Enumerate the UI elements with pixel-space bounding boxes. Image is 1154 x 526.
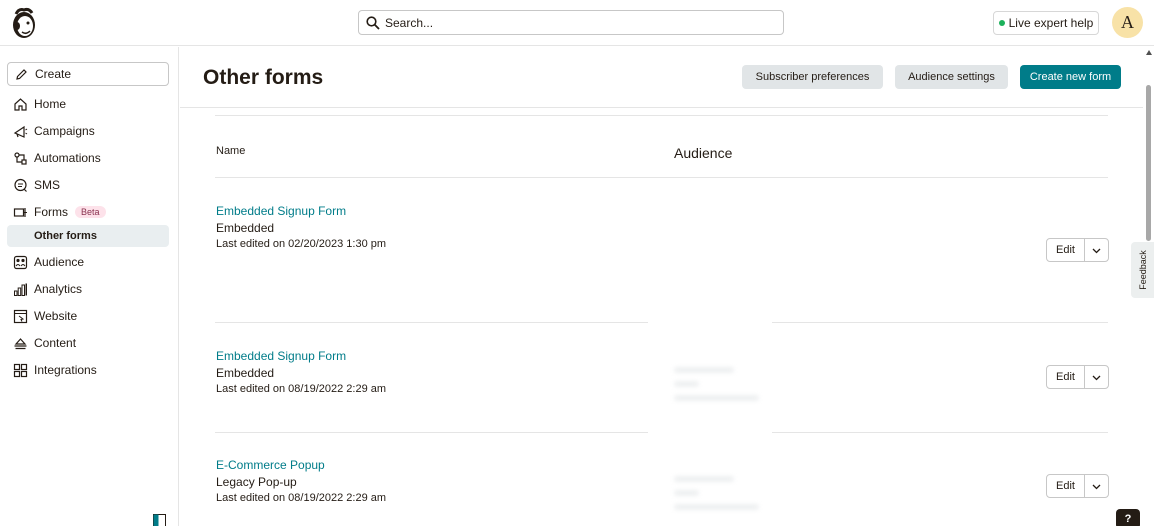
create-label: Create xyxy=(35,67,72,81)
live-expert-help-button[interactable]: Live expert help xyxy=(993,11,1099,35)
audience-redacted xyxy=(674,476,764,520)
sidebar-item-sms[interactable]: SMS xyxy=(7,174,169,196)
audience-icon xyxy=(13,255,28,269)
online-status-dot xyxy=(998,20,1005,26)
edit-dropdown-button[interactable] xyxy=(1085,239,1108,261)
form-name-link[interactable]: Embedded Signup Form xyxy=(216,204,386,218)
forms-icon xyxy=(13,207,27,217)
form-type: Embedded xyxy=(216,366,275,380)
edit-button[interactable]: Edit xyxy=(1047,239,1085,261)
sidebar-subitem-label: Other forms xyxy=(34,230,97,242)
row-divider xyxy=(772,322,1108,323)
automations-icon xyxy=(14,151,27,165)
scrollbar-thumb[interactable] xyxy=(1146,85,1151,241)
mailchimp-freddie-icon[interactable] xyxy=(10,6,38,40)
form-name-link[interactable]: E-Commerce Popup xyxy=(216,458,386,472)
sidebar-item-label: Website xyxy=(34,309,78,323)
analytics-icon xyxy=(14,283,27,296)
collapse-sidebar-icon[interactable] xyxy=(153,514,166,526)
audience-settings-button[interactable]: Audience settings xyxy=(895,65,1008,89)
search-icon xyxy=(366,15,380,30)
sidebar-item-forms[interactable]: Forms Beta xyxy=(7,201,169,223)
content-icon xyxy=(14,337,27,349)
form-last-edited: Last edited on 08/19/2022 2:29 am xyxy=(216,383,387,395)
subscriber-preferences-button[interactable]: Subscriber preferences xyxy=(742,65,883,89)
row-divider xyxy=(215,432,648,433)
sidebar-item-label: Content xyxy=(34,336,77,350)
integrations-icon xyxy=(13,363,28,377)
sidebar-item-label: Home xyxy=(34,97,67,111)
sidebar-item-home[interactable]: Home xyxy=(7,93,169,115)
sidebar-item-label: Forms xyxy=(34,205,68,219)
edit-dropdown-button[interactable] xyxy=(1085,475,1108,497)
beta-badge: Beta xyxy=(75,206,106,218)
edit-button[interactable]: Edit xyxy=(1047,366,1085,388)
chevron-down-icon xyxy=(1092,375,1101,380)
avatar[interactable]: A xyxy=(1112,7,1143,38)
form-type: Embedded xyxy=(216,221,275,235)
form-type: Legacy Pop-up xyxy=(216,475,297,489)
header-row-divider xyxy=(215,177,1108,178)
sidebar-item-label: Audience xyxy=(34,255,85,269)
search-input[interactable] xyxy=(385,15,765,30)
form-last-edited: Last edited on 02/20/2023 1:30 pm xyxy=(216,238,387,250)
website-icon xyxy=(13,309,28,323)
home-icon xyxy=(14,97,27,111)
megaphone-icon xyxy=(13,125,28,138)
sidebar-item-campaigns[interactable]: Campaigns xyxy=(7,120,169,142)
edit-button[interactable]: Edit xyxy=(1047,475,1085,497)
audience-redacted xyxy=(674,367,764,411)
row-divider xyxy=(215,322,648,323)
sidebar-subitem-other-forms[interactable]: Other forms xyxy=(7,225,169,247)
avatar-initial: A xyxy=(1121,12,1134,32)
edit-button-group: Edit xyxy=(1046,365,1109,389)
sidebar-item-website[interactable]: Website xyxy=(7,305,169,327)
column-header-audience: Audience xyxy=(674,145,733,161)
edit-button-group: Edit xyxy=(1046,474,1109,498)
row-divider xyxy=(772,432,1108,433)
sidebar: Create Home Campaigns Automations SMS Fo… xyxy=(0,47,179,526)
top-bar: Live expert help A xyxy=(0,0,1154,46)
feedback-label: Feedback xyxy=(1137,250,1148,290)
sidebar-item-label: Automations xyxy=(34,151,101,165)
sidebar-item-label: Integrations xyxy=(34,363,97,377)
form-name-link[interactable]: Embedded Signup Form xyxy=(216,349,386,363)
sms-icon xyxy=(14,178,27,192)
scroll-up-arrow-icon[interactable] xyxy=(1146,50,1152,55)
sidebar-item-label: SMS xyxy=(34,178,61,192)
header-divider xyxy=(180,107,1143,108)
main-content: Other forms Subscriber preferences Audie… xyxy=(180,47,1143,526)
live-help-label: Live expert help xyxy=(1008,16,1094,30)
search-field[interactable] xyxy=(358,10,784,35)
pencil-icon xyxy=(16,68,27,80)
sidebar-item-automations[interactable]: Automations xyxy=(7,147,169,169)
form-last-edited: Last edited on 08/19/2022 2:29 am xyxy=(216,492,387,504)
edit-button-group: Edit xyxy=(1046,238,1109,262)
sidebar-item-audience[interactable]: Audience xyxy=(7,251,169,273)
chevron-down-icon xyxy=(1092,248,1101,253)
sidebar-item-analytics[interactable]: Analytics xyxy=(7,278,169,300)
edit-dropdown-button[interactable] xyxy=(1085,366,1108,388)
feedback-tab[interactable]: Feedback xyxy=(1131,242,1154,298)
sidebar-item-label: Campaigns xyxy=(34,124,95,138)
create-button[interactable]: Create xyxy=(7,62,169,86)
chevron-down-icon xyxy=(1092,484,1101,489)
table-row: Embedded Signup Form Embedded Last edite… xyxy=(216,349,386,395)
table-row: E-Commerce Popup Legacy Pop-up Last edit… xyxy=(216,458,386,504)
sidebar-item-label: Analytics xyxy=(34,282,83,296)
help-button[interactable]: ? xyxy=(1116,509,1140,526)
create-new-form-button[interactable]: Create new form xyxy=(1020,65,1121,89)
table-top-divider xyxy=(215,115,1108,116)
table-row: Embedded Signup Form Embedded Last edite… xyxy=(216,204,386,250)
sidebar-item-content[interactable]: Content xyxy=(7,332,169,354)
page-title: Other forms xyxy=(203,66,324,89)
sidebar-item-integrations[interactable]: Integrations xyxy=(7,359,169,381)
column-header-name: Name xyxy=(216,145,246,157)
